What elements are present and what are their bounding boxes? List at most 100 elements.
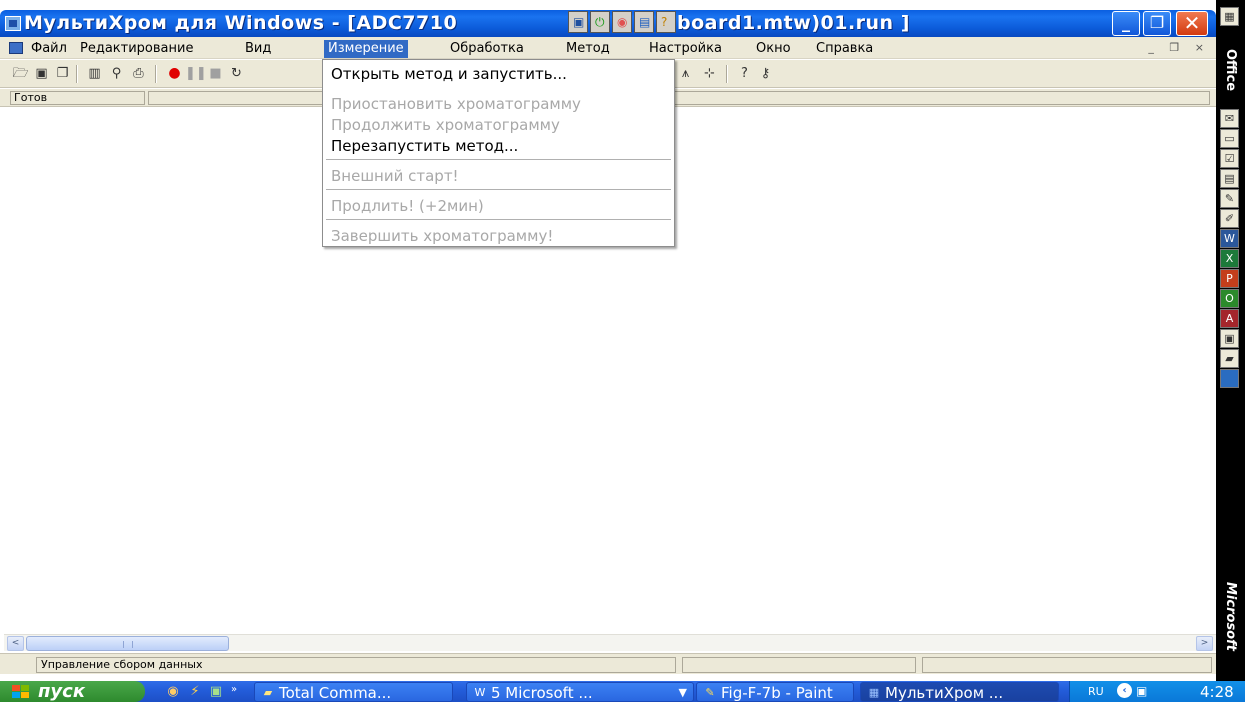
menu-window[interactable]: Окно bbox=[752, 41, 795, 59]
restart-icon[interactable]: ↻ bbox=[227, 64, 246, 83]
desktop-icon[interactable]: ▣ bbox=[1220, 329, 1239, 348]
menu-separator bbox=[326, 219, 671, 220]
scroll-grip bbox=[123, 641, 133, 648]
status-cell-3 bbox=[922, 657, 1212, 673]
office-menu-icon[interactable]: ▦ bbox=[1220, 7, 1239, 26]
save-icon[interactable]: ▣ bbox=[32, 64, 51, 83]
journal-icon[interactable]: ✎ bbox=[1220, 189, 1239, 208]
word-icon: W bbox=[474, 686, 486, 699]
task-multichrom[interactable]: ▦ МультиХром ... bbox=[860, 682, 1059, 702]
key-icon[interactable]: ⚷ bbox=[756, 64, 775, 83]
tray-expand-icon[interactable]: ‹ bbox=[1117, 683, 1132, 698]
pause-icon[interactable]: ❚❚ bbox=[185, 64, 207, 83]
calendar-icon[interactable]: ▭ bbox=[1220, 129, 1239, 148]
taskbar: пуск ◉ ⚡ ▣ » ▰ Total Comma... W 5 Micros… bbox=[0, 681, 1245, 702]
monitor-icon[interactable]: ▤ bbox=[634, 11, 654, 33]
minimize-button[interactable]: _ bbox=[1112, 11, 1140, 36]
start-button[interactable]: пуск bbox=[0, 681, 145, 702]
menu-settings[interactable]: Настройка bbox=[645, 41, 726, 59]
chart-icon[interactable]: ▥ bbox=[85, 64, 104, 83]
menu-file[interactable]: Файл bbox=[27, 41, 71, 59]
window-title: МультиХром для Windows - [ADC7710 bbox=[24, 12, 458, 34]
power-icon[interactable]: ⏻ bbox=[590, 11, 610, 33]
toolbar-separator bbox=[76, 65, 78, 83]
menu-item-open-method-run[interactable]: Открыть метод и запустить... bbox=[331, 65, 567, 83]
menu-item-restart-method[interactable]: Перезапустить метод... bbox=[331, 137, 518, 155]
powerpoint-icon[interactable]: P bbox=[1220, 269, 1239, 288]
mdi-window-controls[interactable]: _ ❐ × bbox=[1148, 41, 1210, 54]
peak-tool-icon[interactable]: ⩚ bbox=[676, 64, 695, 83]
task-icon[interactable]: ☑ bbox=[1220, 149, 1239, 168]
help-icon[interactable]: ? bbox=[656, 11, 676, 33]
menu-item-resume-chromatogram[interactable]: Продолжить хроматограмму bbox=[331, 116, 560, 134]
copy-icon[interactable]: ❐ bbox=[53, 64, 72, 83]
menu-item-extend-2min[interactable]: Продлить! (+2мин) bbox=[331, 197, 484, 215]
chevron-right-icon[interactable]: » bbox=[226, 682, 242, 698]
desktop-show-icon[interactable]: ▣ bbox=[208, 684, 224, 700]
lightning-icon[interactable]: ⚡ bbox=[187, 684, 203, 700]
open-icon[interactable]: 🗁 bbox=[11, 64, 30, 83]
language-indicator[interactable]: RU bbox=[1088, 685, 1104, 698]
toolbar-separator bbox=[155, 65, 157, 83]
toolbar-separator bbox=[726, 65, 728, 83]
overlapping-tray-icons: ▣ ⏻ ◉ ▤ ? bbox=[568, 11, 676, 35]
menu-item-pause-chromatogram[interactable]: Приостановить хроматограмму bbox=[331, 95, 581, 113]
app-icon[interactable] bbox=[5, 16, 21, 31]
note-icon[interactable]: ✐ bbox=[1220, 209, 1239, 228]
screen-icon[interactable] bbox=[1220, 369, 1239, 388]
task-microsoft-word-group[interactable]: W 5 Microsoft ... ▼ bbox=[466, 682, 694, 702]
office-shortcut-bar: ▦ Office ✉ ▭ ☑ ▤ ✎ ✐ W X P O A ▣ ▰ Micro… bbox=[1216, 0, 1245, 681]
horizontal-scrollbar[interactable]: < > bbox=[4, 634, 1216, 651]
chevron-down-icon: ▼ bbox=[678, 686, 687, 699]
zoom-icon[interactable]: ⚲ bbox=[107, 64, 126, 83]
print-icon[interactable]: ⎙ bbox=[129, 64, 148, 83]
scroll-right-arrow[interactable]: > bbox=[1196, 636, 1213, 651]
status-text: Управление сбором данных bbox=[36, 657, 676, 673]
folder-icon[interactable]: ▰ bbox=[1220, 349, 1239, 368]
total-commander-icon: ▰ bbox=[263, 686, 273, 699]
menu-edit[interactable]: Редактирование bbox=[76, 41, 197, 59]
paint-icon: ✎ bbox=[705, 686, 715, 699]
menu-item-external-start[interactable]: Внешний старт! bbox=[331, 167, 459, 185]
maximize-button[interactable]: ❐ bbox=[1143, 11, 1171, 36]
menu-help[interactable]: Справка bbox=[812, 41, 877, 59]
office-label: Office bbox=[1223, 48, 1238, 92]
stop-icon[interactable]: ■ bbox=[206, 64, 225, 83]
record-icon[interactable]: ● bbox=[165, 64, 184, 83]
scroll-left-arrow[interactable]: < bbox=[7, 636, 24, 651]
baseline-tool-icon[interactable]: ⊹ bbox=[700, 64, 719, 83]
mail-icon[interactable]: ✉ bbox=[1220, 109, 1239, 128]
microsoft-label: Microsoft bbox=[1223, 581, 1238, 651]
menu-item-finish-chromatogram[interactable]: Завершить хроматограмму! bbox=[331, 227, 553, 245]
word-icon[interactable]: W bbox=[1220, 229, 1239, 248]
task-paint[interactable]: ✎ Fig-F-7b - Paint bbox=[696, 682, 854, 702]
menu-view[interactable]: Вид bbox=[241, 41, 275, 59]
document-icon[interactable] bbox=[9, 42, 23, 54]
access-icon[interactable]: A bbox=[1220, 309, 1239, 328]
task-total-commander[interactable]: ▰ Total Comma... bbox=[254, 682, 453, 702]
start-label: пуск bbox=[38, 681, 86, 702]
window-title-suffix: board1.mtw)01.run ] bbox=[677, 12, 910, 34]
browser-icon[interactable]: ◉ bbox=[165, 684, 181, 700]
status-bar: Управление сбором данных bbox=[0, 653, 1216, 674]
window-icon[interactable]: ▣ bbox=[568, 11, 588, 33]
multichrom-icon: ▦ bbox=[868, 686, 880, 699]
title-bar[interactable]: МультиХром для Windows - [ADC7710 ▣ ⏻ ◉ … bbox=[0, 10, 1216, 37]
excel-icon[interactable]: X bbox=[1220, 249, 1239, 268]
outlook-icon[interactable]: O bbox=[1220, 289, 1239, 308]
menu-separator bbox=[326, 189, 671, 190]
windows-logo-icon bbox=[12, 685, 30, 699]
clock[interactable]: 4:28 bbox=[1200, 683, 1234, 701]
menu-processing[interactable]: Обработка bbox=[446, 41, 528, 59]
contact-icon[interactable]: ▤ bbox=[1220, 169, 1239, 188]
network-icon[interactable]: ▣ bbox=[1136, 684, 1152, 698]
status-cell-2 bbox=[682, 657, 916, 673]
help-pointer-icon[interactable]: ? bbox=[735, 64, 754, 83]
system-tray: RU ‹ ▣ 4:28 bbox=[1069, 681, 1245, 702]
menu-measurement[interactable]: Измерение bbox=[324, 40, 408, 58]
scroll-thumb[interactable] bbox=[26, 636, 229, 651]
close-button[interactable]: ✕ bbox=[1176, 11, 1208, 36]
stop-icon[interactable]: ◉ bbox=[612, 11, 632, 33]
status-cell-empty bbox=[148, 91, 1210, 105]
menu-method[interactable]: Метод bbox=[562, 41, 614, 59]
